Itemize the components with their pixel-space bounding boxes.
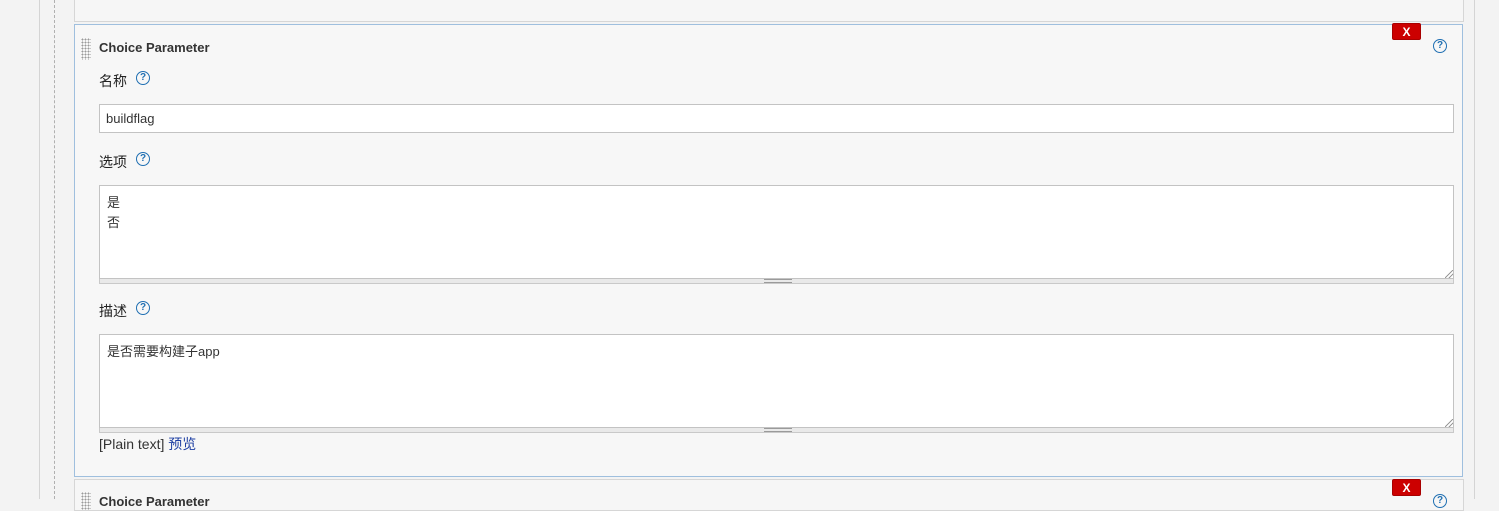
name-label: 名称 bbox=[99, 73, 127, 89]
choice-parameter-block: Choice Parameter X ? 名称 ? buildflag 选项 ?… bbox=[74, 23, 1463, 477]
format-label: [Plain text] bbox=[99, 436, 165, 452]
choices-resize-corner-icon[interactable] bbox=[1445, 270, 1453, 278]
block-title: Choice Parameter bbox=[99, 40, 210, 55]
delete-button[interactable]: X bbox=[1392, 23, 1421, 40]
next-block-title: Choice Parameter bbox=[99, 494, 210, 509]
previous-parameter-block bbox=[74, 0, 1464, 22]
choices-label: 选项 bbox=[99, 154, 127, 170]
preview-link[interactable]: 预览 bbox=[168, 436, 196, 452]
description-resize-grip[interactable] bbox=[99, 428, 1454, 433]
drag-handle-icon[interactable] bbox=[81, 492, 91, 510]
choices-help-icon[interactable]: ? bbox=[136, 152, 150, 166]
nesting-guide-line bbox=[54, 0, 55, 499]
description-help-icon[interactable]: ? bbox=[136, 301, 150, 315]
name-help-icon[interactable]: ? bbox=[136, 71, 150, 85]
drag-handle-icon[interactable] bbox=[81, 38, 91, 60]
grip-lines-icon bbox=[764, 279, 792, 283]
choices-resize-grip[interactable] bbox=[99, 279, 1454, 284]
help-icon[interactable]: ? bbox=[1433, 39, 1447, 53]
page-right-border bbox=[1474, 0, 1475, 499]
help-icon[interactable]: ? bbox=[1433, 494, 1447, 508]
grip-lines-icon bbox=[764, 428, 792, 432]
page-left-border bbox=[39, 0, 40, 499]
description-resize-corner-icon[interactable] bbox=[1445, 419, 1453, 427]
next-delete-button[interactable]: X bbox=[1392, 479, 1421, 496]
next-parameter-block: Choice Parameter ? bbox=[74, 479, 1464, 511]
choices-textarea[interactable]: 是 否 bbox=[99, 185, 1454, 279]
description-textarea[interactable]: 是否需要构建子app bbox=[99, 334, 1454, 428]
format-note: [Plain text] 预览 bbox=[99, 434, 196, 454]
name-input[interactable]: buildflag bbox=[99, 104, 1454, 133]
description-label: 描述 bbox=[99, 303, 127, 319]
